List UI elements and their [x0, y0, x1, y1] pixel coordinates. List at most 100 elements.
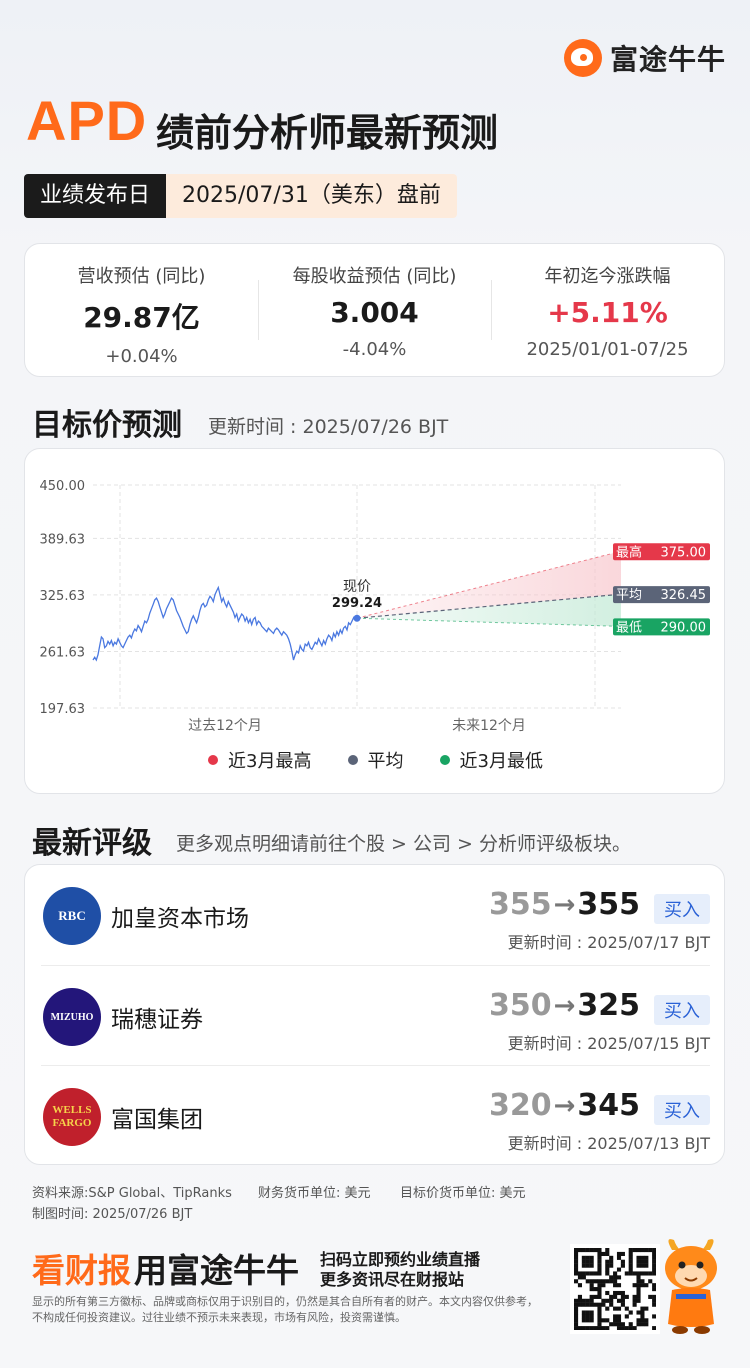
current-price-label: 现价	[343, 579, 371, 595]
ratings-section-title: 最新评级	[32, 826, 152, 861]
data-source: 资料来源:S&P Global、TipRanks	[32, 1186, 232, 1201]
target-price-chart: 450.00 389.63 325.63 261.63 197.63 现价 299.24…	[40, 479, 710, 734]
y-tick-label: 389.63	[40, 532, 86, 547]
stat-value: 29.87亿	[83, 301, 200, 334]
forecast-low-tag: 最低 290.00	[613, 618, 710, 636]
target-price-change: 320 → 345	[489, 1088, 640, 1123]
arrow-right-icon: →	[553, 1090, 576, 1121]
stat-revenue: 营收预估 (同比) 29.87亿 +0.04%	[25, 244, 258, 376]
y-tick-label: 450.00	[40, 479, 86, 494]
x-axis-labels: 过去12个月 未来12个月	[188, 718, 526, 734]
stat-range: 2025/01/01-07/25	[526, 339, 689, 360]
y-axis-ticks: 450.00 389.63 325.63 261.63 197.63	[40, 479, 86, 717]
forecast-tag-value: 290.00	[661, 620, 707, 635]
legend-avg-dot	[347, 755, 358, 765]
stat-change: -4.04%	[342, 339, 407, 360]
forecast-tag-label: 最低	[616, 620, 642, 635]
qr-code-graphic	[574, 1248, 657, 1331]
firm-logo-text: RBC	[58, 908, 86, 923]
y-tick-label: 261.63	[40, 645, 86, 660]
stat-value: 3.004	[330, 296, 419, 329]
forecast-avg-tag: 平均 326.45	[613, 586, 710, 604]
firm-name: 富国集团	[111, 1107, 203, 1133]
target-updated-time: 更新时间 : 2025/07/26 BJT	[208, 416, 449, 438]
new-target: 355	[577, 887, 640, 922]
y-tick-label: 197.63	[40, 702, 86, 717]
current-price-dot	[353, 614, 361, 622]
release-date: 业绩发布日 2025/07/31（美东）盘前	[24, 174, 457, 218]
y-tick-label: 325.63	[40, 589, 86, 604]
forecast-high-tag: 最高 375.00	[613, 543, 710, 561]
rating-updated-time: 更新时间 : 2025/07/15 BJT	[507, 1034, 710, 1053]
new-target: 345	[577, 1088, 640, 1123]
stat-label: 营收预估 (同比)	[77, 266, 206, 287]
rating-updated-time: 更新时间 : 2025/07/13 BJT	[507, 1134, 710, 1153]
wells-fargo-logo-icon: WELLS FARGO	[43, 1088, 101, 1146]
financial-currency: 财务货币单位: 美元	[258, 1186, 371, 1201]
legend-low: 近3月最低	[439, 747, 543, 773]
target-section-title: 目标价预测	[32, 408, 182, 443]
forecast-tag-label: 最高	[616, 544, 642, 560]
rating-row[interactable]: MIZUHO 瑞穗证券 350 → 325 买入 更新时间 : 2025/07/…	[41, 965, 710, 1065]
ratings-card: RBC 加皇资本市场 355 → 355 买入 更新时间 : 2025/07/1…	[24, 864, 725, 1165]
legend-high-label: 近3月最高	[228, 751, 312, 772]
rating-badge: 买入	[654, 894, 710, 924]
rating-badge: 买入	[654, 995, 710, 1025]
stat-value: +5.11%	[547, 296, 668, 329]
futu-logo-icon	[563, 39, 602, 77]
rating-row[interactable]: WELLS FARGO 富国集团 320 → 345 买入 更新时间 : 202…	[41, 1065, 710, 1165]
stat-label: 年初迄今涨跌幅	[544, 266, 671, 287]
forecast-tag-value: 375.00	[661, 545, 707, 560]
legend-low-label: 近3月最低	[459, 751, 543, 772]
promo-accent: 看财报	[32, 1251, 131, 1290]
stat-change: +0.04%	[105, 346, 178, 367]
chart-legend: 近3月最高 平均 近3月最低	[25, 747, 726, 773]
rating-badge: 买入	[654, 1095, 710, 1125]
stat-ytd: 年初迄今涨跌幅 +5.11% 2025/01/01-07/25	[491, 244, 724, 376]
legend-high-dot	[208, 755, 219, 765]
forecast-tag-label: 平均	[616, 588, 642, 603]
promo-line-2: 更多资讯尽在财报站	[320, 1270, 465, 1289]
page-title: 绩前分析师最新预测	[156, 111, 499, 155]
forecast-tag-value: 326.45	[661, 588, 707, 603]
estimate-stats-card: 营收预估 (同比) 29.87亿 +0.04% 每股收益预估 (同比) 3.00…	[24, 243, 725, 377]
rating-row[interactable]: RBC 加皇资本市场 355 → 355 买入 更新时间 : 2025/07/1…	[41, 865, 710, 965]
firm-name: 瑞穗证券	[111, 1007, 203, 1033]
firm-logo-text: WELLS FARGO	[52, 1104, 92, 1129]
stat-label: 每股收益预估 (同比)	[292, 266, 457, 287]
stat-eps: 每股收益预估 (同比) 3.004 -4.04%	[258, 244, 491, 376]
x-axis-label: 过去12个月	[188, 718, 262, 734]
x-axis-label: 未来12个月	[452, 718, 526, 734]
disclaimer: 显示的所有第三方徽标、品牌或商标仅用于识别目的，仍然是其合自所有者的财产。本文内…	[32, 1295, 538, 1324]
target-price-change: 355 → 355	[489, 887, 640, 922]
old-target: 355	[488, 887, 552, 922]
mizuho-logo-icon: MIZUHO	[43, 988, 101, 1046]
legend-low-dot	[439, 755, 450, 765]
firm-name: 加皇资本市场	[111, 906, 249, 932]
old-target: 350	[488, 988, 552, 1023]
price-history-line	[92, 585, 358, 662]
rbc-logo-icon: RBC	[43, 887, 101, 945]
legend-high: 近3月最高	[208, 747, 312, 773]
rating-updated-time: 更新时间 : 2025/07/17 BJT	[507, 933, 710, 952]
ticker-symbol: APD	[26, 89, 148, 152]
ratings-note: 更多观点明细请前往个股 > 公司 > 分析师评级板块。	[176, 833, 631, 855]
old-target: 320	[488, 1088, 552, 1123]
bull-mascot-icon	[665, 1239, 717, 1334]
chart-made-time: 制图时间: 2025/07/26 BJT	[32, 1207, 193, 1222]
legend-avg-label: 平均	[367, 751, 404, 772]
firm-logo-text: MIZUHO	[50, 1011, 94, 1023]
target-currency: 目标价货币单位: 美元	[400, 1186, 526, 1201]
arrow-right-icon: →	[553, 889, 576, 920]
target-price-change: 350 → 325	[489, 988, 640, 1023]
qr-code-icon[interactable]	[570, 1244, 660, 1334]
target-price-chart-card: 450.00 389.63 325.63 261.63 197.63 现价 299.24…	[24, 448, 725, 794]
release-date-value: 2025/07/31（美东）盘前	[166, 174, 457, 218]
legend-avg: 平均	[347, 747, 404, 773]
brand-name: 富途牛牛	[609, 43, 726, 76]
brand: 富途牛牛	[563, 38, 726, 78]
promo-main: 用富途牛牛	[134, 1251, 299, 1290]
arrow-right-icon: →	[553, 990, 576, 1021]
release-date-label: 业绩发布日	[24, 174, 167, 218]
current-price-value: 299.24	[332, 596, 382, 611]
